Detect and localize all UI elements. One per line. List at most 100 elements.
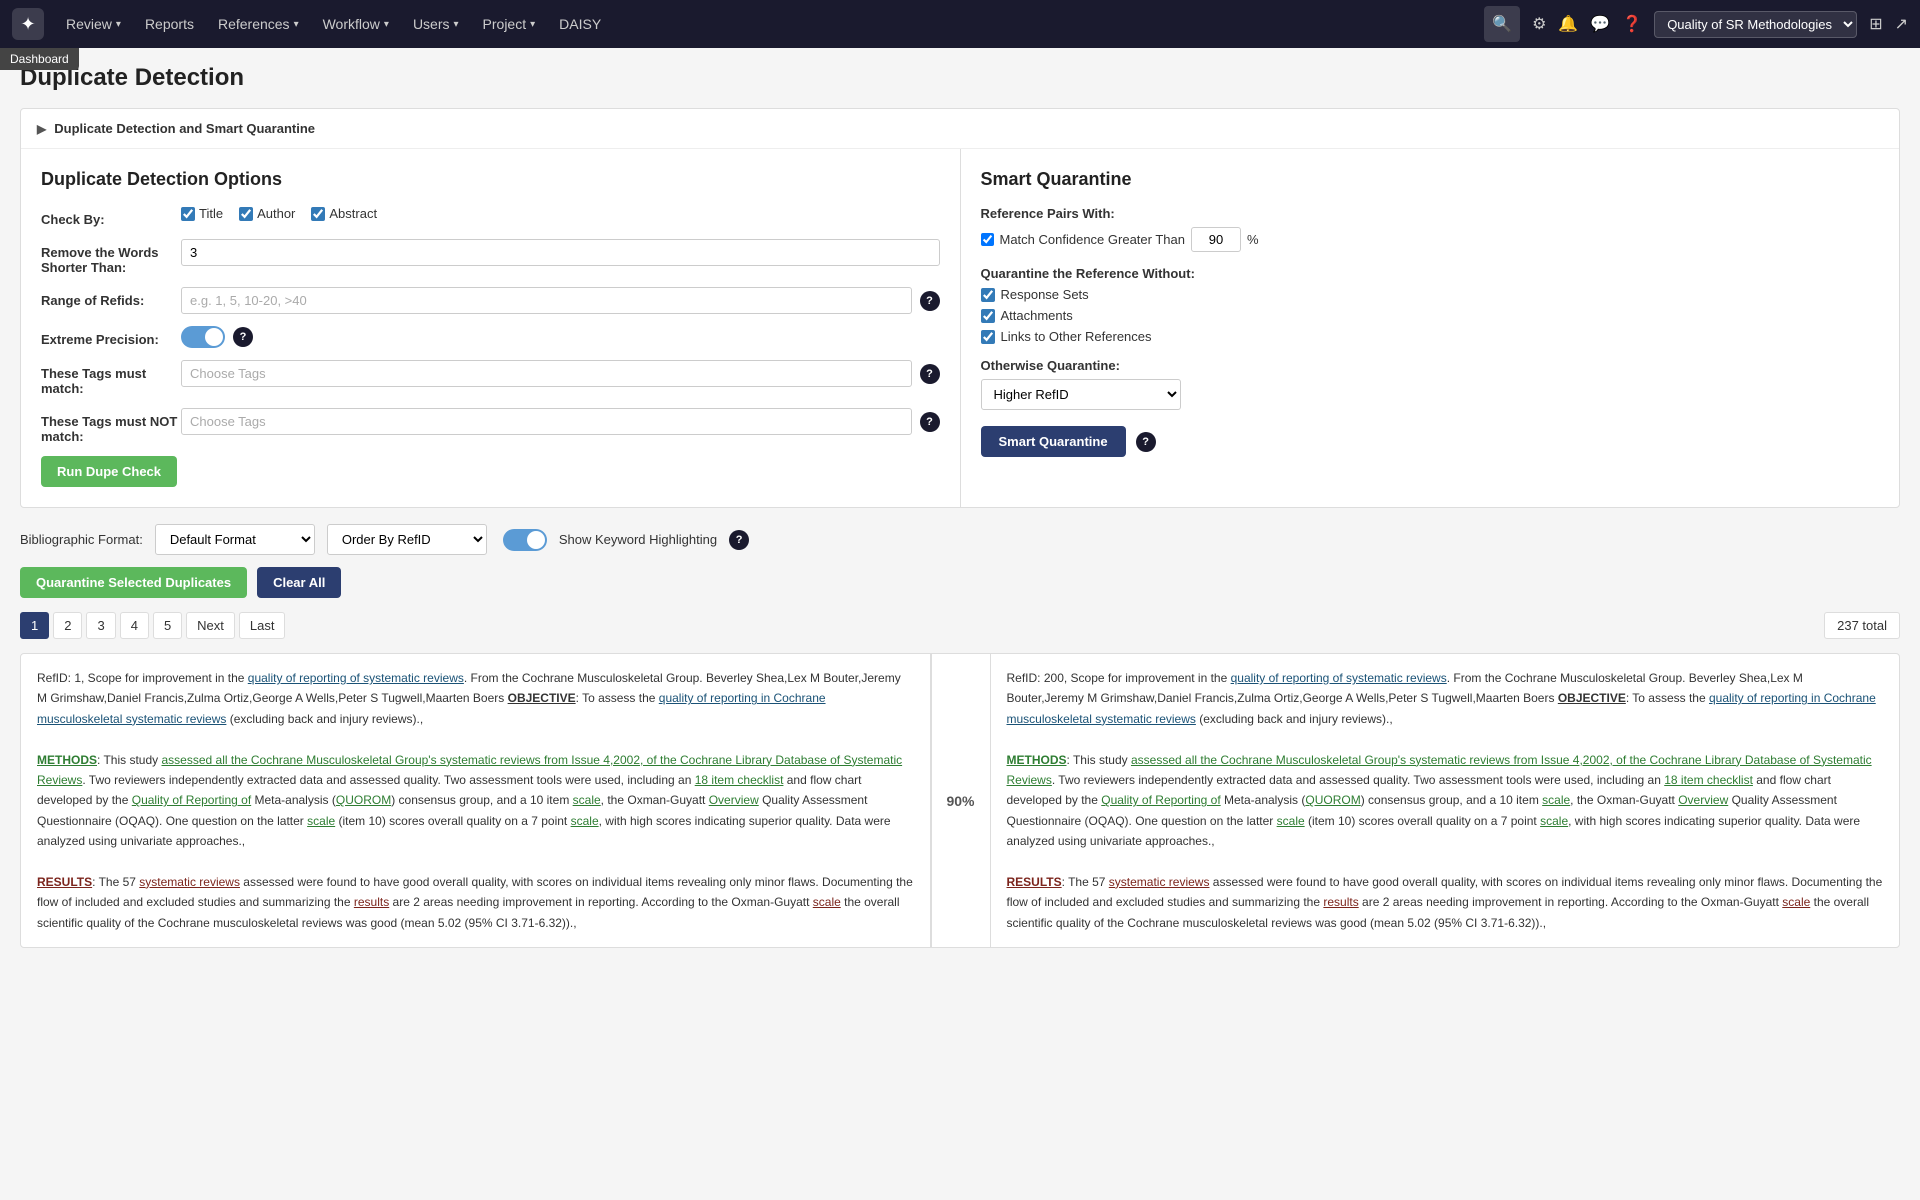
range-refids-input[interactable]	[181, 287, 912, 314]
result-left: RefID: 1, Scope for improvement in the q…	[21, 654, 931, 947]
keyword-label: Show Keyword Highlighting	[559, 532, 717, 547]
check-attachments[interactable]: Attachments	[981, 308, 1880, 323]
checkbox-attachments[interactable]	[981, 309, 995, 323]
nav-project[interactable]: Project ▾	[473, 10, 546, 38]
ref-pairs-row: Reference Pairs With: Match Confidence G…	[981, 206, 1880, 252]
pagination: 1 2 3 4 5 Next Last	[20, 612, 285, 639]
page-3-button[interactable]: 3	[86, 612, 115, 639]
confidence-badge: 90%	[931, 654, 991, 947]
extreme-precision-toggle[interactable]	[181, 326, 225, 348]
quarantine-without-row: Quarantine the Reference Without: Respon…	[981, 266, 1880, 344]
extreme-help-icon[interactable]: ?	[233, 327, 253, 347]
workflow-caret: ▾	[384, 19, 389, 30]
tags-match-row: These Tags must match: ?	[41, 360, 940, 396]
tags-match-label: These Tags must match:	[41, 360, 181, 396]
page-next-button[interactable]: Next	[186, 612, 235, 639]
keyword-help-icon[interactable]: ?	[729, 530, 749, 550]
confidence-input[interactable]	[1191, 227, 1241, 252]
checkbox-title[interactable]	[181, 207, 195, 221]
extreme-precision-row: Extreme Precision: ?	[41, 326, 940, 348]
page-1-button[interactable]: 1	[20, 612, 49, 639]
project-selector[interactable]: Quality of SR Methodologies	[1654, 11, 1857, 38]
nav-review[interactable]: Review ▾	[56, 10, 131, 38]
checkbox-response-sets[interactable]	[981, 288, 995, 302]
help-icon[interactable]: ❓	[1622, 14, 1642, 34]
notifications-icon[interactable]: 🔔	[1558, 14, 1578, 34]
tags-not-match-help-icon[interactable]: ?	[920, 412, 940, 432]
tags-not-match-input[interactable]	[181, 408, 912, 435]
app-logo[interactable]: ✦	[12, 8, 44, 40]
check-by-row: Check By: Title Author Abstract	[41, 206, 940, 227]
smart-quarantine-button[interactable]: Smart Quarantine	[981, 426, 1126, 457]
keyword-highlight-toggle[interactable]	[503, 529, 547, 551]
page-4-button[interactable]: 4	[120, 612, 149, 639]
external-link-icon[interactable]: ↗	[1895, 14, 1908, 34]
remove-words-label: Remove the Words Shorter Than:	[41, 239, 181, 275]
nav-daisy[interactable]: DAISY	[549, 10, 611, 38]
order-select[interactable]: Order By RefID	[327, 524, 487, 555]
tags-match-input[interactable]	[181, 360, 912, 387]
confidence-checkbox[interactable]	[981, 233, 994, 246]
check-abstract[interactable]: Abstract	[311, 206, 377, 221]
checkbox-links[interactable]	[981, 330, 995, 344]
total-badge: 237 total	[1824, 612, 1900, 639]
confidence-label: Match Confidence Greater Than	[1000, 232, 1185, 247]
action-row: Quarantine Selected Duplicates Clear All	[20, 567, 1900, 598]
nav-users[interactable]: Users ▾	[403, 10, 469, 38]
run-dupe-check-button[interactable]: Run Dupe Check	[41, 456, 177, 487]
range-refids-row: Range of Refids: ?	[41, 287, 940, 314]
range-help-icon[interactable]: ?	[920, 291, 940, 311]
nav-reports[interactable]: Reports	[135, 10, 204, 38]
remove-words-control	[181, 239, 940, 266]
left-panel-title: Duplicate Detection Options	[41, 169, 940, 190]
page-last-button[interactable]: Last	[239, 612, 286, 639]
accordion-title: Duplicate Detection and Smart Quarantine	[54, 121, 315, 136]
accordion-header[interactable]: ▶ Duplicate Detection and Smart Quaranti…	[21, 109, 1899, 149]
accordion-section: ▶ Duplicate Detection and Smart Quaranti…	[20, 108, 1900, 508]
result-right: RefID: 200, Scope for improvement in the…	[991, 654, 1900, 947]
check-links[interactable]: Links to Other References	[981, 329, 1880, 344]
format-select[interactable]: Default Format	[155, 524, 315, 555]
extreme-precision-label: Extreme Precision:	[41, 326, 181, 347]
check-response-sets[interactable]: Response Sets	[981, 287, 1880, 302]
page-2-button[interactable]: 2	[53, 612, 82, 639]
check-title[interactable]: Title	[181, 206, 223, 221]
confidence-row: Match Confidence Greater Than %	[981, 227, 1880, 252]
right-ref-text: RefID: 200, Scope for improvement in the…	[1007, 668, 1884, 933]
quarantine-selected-button[interactable]: Quarantine Selected Duplicates	[20, 567, 247, 598]
settings-icon[interactable]: ⚙	[1532, 14, 1546, 34]
left-ref-text: RefID: 1, Scope for improvement in the q…	[37, 668, 914, 933]
right-panel: Smart Quarantine Reference Pairs With: M…	[961, 149, 1900, 507]
toolbar-row: Bibliographic Format: Default Format Ord…	[20, 524, 1900, 555]
checkbox-author[interactable]	[239, 207, 253, 221]
range-refids-label: Range of Refids:	[41, 287, 181, 308]
tags-match-control: ?	[181, 360, 940, 387]
page-5-button[interactable]: 5	[153, 612, 182, 639]
checkbox-abstract[interactable]	[311, 207, 325, 221]
layout-icon[interactable]: ⊞	[1869, 14, 1882, 34]
confidence-unit: %	[1247, 232, 1259, 247]
nav-references[interactable]: References ▾	[208, 10, 309, 38]
toggle-slider-kw	[503, 529, 547, 551]
check-author[interactable]: Author	[239, 206, 295, 221]
range-refids-control: ?	[181, 287, 940, 314]
otherwise-select[interactable]: Higher RefID Lower RefID	[981, 379, 1181, 410]
pagination-row: 1 2 3 4 5 Next Last 237 total	[20, 612, 1900, 639]
tags-match-help-icon[interactable]: ?	[920, 364, 940, 384]
smart-quarantine-help-icon[interactable]: ?	[1136, 432, 1156, 452]
remove-words-row: Remove the Words Shorter Than:	[41, 239, 940, 275]
tags-not-match-row: These Tags must NOT match: ?	[41, 408, 940, 444]
search-button[interactable]: 🔍	[1484, 6, 1520, 42]
dashboard-tooltip: Dashboard	[0, 48, 79, 70]
accordion-chevron: ▶	[37, 122, 46, 136]
quarantine-without-label: Quarantine the Reference Without:	[981, 266, 1880, 281]
tags-not-match-label: These Tags must NOT match:	[41, 408, 181, 444]
project-caret: ▾	[530, 19, 535, 30]
clear-all-button[interactable]: Clear All	[257, 567, 341, 598]
messages-icon[interactable]: 💬	[1590, 14, 1610, 34]
smart-quarantine-row: Smart Quarantine ?	[981, 426, 1880, 457]
tags-not-match-control: ?	[181, 408, 940, 435]
remove-words-input[interactable]	[181, 239, 940, 266]
users-caret: ▾	[454, 19, 459, 30]
nav-workflow[interactable]: Workflow ▾	[313, 10, 399, 38]
